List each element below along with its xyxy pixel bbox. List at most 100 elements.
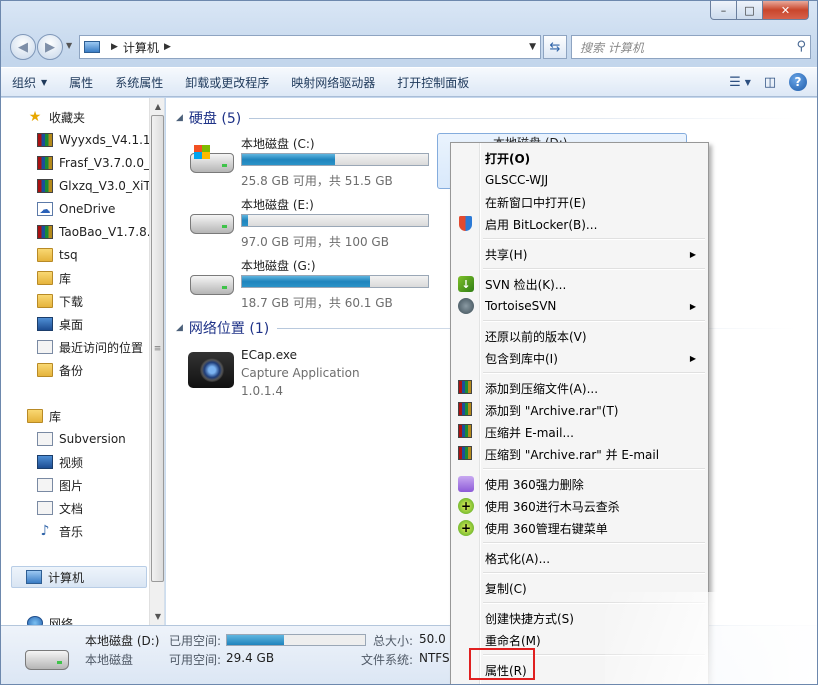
free-space-value: 29.4 GB <box>226 651 275 665</box>
command-bar: 组织 ▼ 属性 系统属性 卸载或更改程序 映射网络驱动器 打开控制面板 ☰ ▼ ◫ … <box>1 67 817 97</box>
sidebar-item-backup[interactable]: 备份 <box>37 359 164 381</box>
menu-item-svn-checkout[interactable]: ↓ SVN 检出(K)... <box>453 273 706 295</box>
menu-item-360-manage-menu[interactable]: + 使用 360管理右键菜单 <box>453 517 706 539</box>
rar-icon <box>37 133 53 147</box>
menu-item-open[interactable]: 打开(O) <box>453 147 706 169</box>
folder-icon <box>37 363 53 377</box>
item-name: ECap.exe <box>241 348 298 362</box>
help-button[interactable]: ? <box>789 73 807 91</box>
properties-button[interactable]: 属性 <box>58 70 104 94</box>
ecap-item[interactable]: ECap.exe Capture Application 1.0.1.4 <box>184 348 444 403</box>
navigation-row: ◀ ▶ ▼ ▶ 计算机 ▶ ▼ ⇆ 搜索 计算机 ⚲ <box>9 33 811 61</box>
menu-item-360-scan[interactable]: + 使用 360进行木马云查杀 <box>453 495 706 517</box>
uninstall-program-button[interactable]: 卸载或更改程序 <box>174 70 280 94</box>
document-icon <box>37 501 53 515</box>
maximize-button[interactable]: □ <box>737 1 763 20</box>
sidebar-item-music[interactable]: ♪ 音乐 <box>37 520 164 542</box>
address-dropdown-icon[interactable]: ▼ <box>529 42 536 52</box>
sidebar-item-downloads[interactable]: 下载 <box>37 290 164 312</box>
sidebar-item-taobao[interactable]: TaoBao_V1.7.8. <box>37 221 164 243</box>
breadcrumb-separator-icon[interactable]: ▶ <box>164 42 171 52</box>
forward-button[interactable]: ▶ <box>37 34 63 60</box>
drive-name: 本地磁盘 (E:) <box>241 198 314 212</box>
shield-icon <box>459 216 472 231</box>
preview-pane-button[interactable]: ◫ <box>759 71 781 93</box>
sidebar-item-pictures[interactable]: 图片 <box>37 474 164 496</box>
menu-label: SVN 检出(K)... <box>485 277 567 292</box>
menu-item-compress-email[interactable]: 压缩并 E-mail... <box>453 421 706 443</box>
minimize-button[interactable]: – <box>710 1 737 20</box>
drive-e[interactable]: 本地磁盘 (E:) 97.0 GB 可用，共 100 GB <box>186 196 436 252</box>
sidebar-item-network[interactable]: 网络 <box>27 612 164 625</box>
menu-label: 格式化(A)... <box>485 551 551 566</box>
recent-pages-chevron-icon[interactable]: ▼ <box>66 41 72 50</box>
menu-item-restore-versions[interactable]: 还原以前的版本(V) <box>453 325 706 347</box>
details-usage-bar <box>226 634 366 646</box>
hard-disk-group-header[interactable]: ◢ 硬盘 (5) <box>176 108 796 128</box>
scroll-up-icon[interactable]: ▲ <box>150 98 164 114</box>
menu-item-copy[interactable]: 复制(C) <box>453 577 706 599</box>
menu-item-format[interactable]: 格式化(A)... <box>453 547 706 569</box>
sidebar-item-onedrive[interactable]: ☁ OneDrive <box>37 198 164 220</box>
collapse-triangle-icon[interactable]: ◢ <box>176 113 183 123</box>
sidebar-item-tsq[interactable]: tsq <box>37 244 164 266</box>
menu-item-glscc-wjj[interactable]: GLSCC-WJJ <box>453 169 706 191</box>
free-space-label: 可用空间: <box>169 653 222 667</box>
address-bar[interactable]: ▶ 计算机 ▶ ▼ <box>79 35 541 59</box>
menu-item-open-new-window[interactable]: 在新窗口中打开(E) <box>453 191 706 213</box>
menu-item-create-shortcut[interactable]: 创建快捷方式(S) <box>453 607 706 629</box>
sidebar-item-wyyxds[interactable]: Wyyxds_V4.1.1.1 <box>37 129 164 151</box>
menu-item-add-to-archive-rar[interactable]: 添加到 "Archive.rar"(T) <box>453 399 706 421</box>
system-properties-button[interactable]: 系统属性 <box>104 70 174 94</box>
sidebar-item-documents[interactable]: 文档 <box>37 497 164 519</box>
drive-g[interactable]: 本地磁盘 (G:) 18.7 GB 可用，共 60.1 GB <box>186 257 436 313</box>
sidebar-item-videos[interactable]: 视频 <box>37 451 164 473</box>
open-control-panel-button[interactable]: 打开控制面板 <box>386 70 480 94</box>
change-view-button[interactable]: ☰ ▼ <box>729 71 751 93</box>
sidebar-item-library-fav[interactable]: 库 <box>37 267 164 289</box>
sidebar-item-frasf[interactable]: Frasf_V3.7.0.0_X <box>37 152 164 174</box>
sidebar-item-subversion[interactable]: Subversion <box>37 428 164 450</box>
breadcrumb-computer[interactable]: 计算机 <box>123 39 159 56</box>
back-button[interactable]: ◀ <box>10 34 36 60</box>
used-space-label: 已用空间: <box>169 634 222 648</box>
collapse-triangle-icon[interactable]: ◢ <box>176 323 183 333</box>
sidebar-scrollbar[interactable]: ▲ ≡ ▼ <box>149 98 164 625</box>
context-menu: 打开(O) GLSCC-WJJ 在新窗口中打开(E) 启用 BitLocker(… <box>450 142 709 684</box>
item-description: Capture Application <box>241 366 360 380</box>
menu-label: 复制(C) <box>485 581 527 596</box>
breadcrumb-separator-icon[interactable]: ▶ <box>111 42 118 52</box>
sidebar-libraries-header[interactable]: 库 <box>27 405 164 427</box>
menu-label: 重命名(M) <box>485 633 541 648</box>
sidebar-item-label: 备份 <box>59 363 84 378</box>
chevron-down-icon: ▼ <box>744 77 751 87</box>
video-icon <box>37 455 53 469</box>
refresh-button[interactable]: ⇆ <box>543 35 567 59</box>
sidebar-item-recent[interactable]: 最近访问的位置 <box>37 336 164 358</box>
sidebar-item-desktop[interactable]: 桌面 <box>37 313 164 335</box>
map-network-drive-button[interactable]: 映射网络驱动器 <box>280 70 386 94</box>
menu-item-include-in-library[interactable]: 包含到库中(I) ▶ <box>453 347 706 369</box>
scroll-down-icon[interactable]: ▼ <box>150 608 164 624</box>
search-input[interactable]: 搜索 计算机 ⚲ <box>571 35 811 59</box>
sidebar-favorites-header[interactable]: ★ 收藏夹 <box>27 106 164 128</box>
sidebar-item-label: Wyyxds_V4.1.1.1 <box>59 133 163 147</box>
menu-item-360-delete[interactable]: 使用 360强力删除 <box>453 473 706 495</box>
drive-c[interactable]: 本地磁盘 (C:) 25.8 GB 可用，共 51.5 GB <box>186 135 436 191</box>
menu-separator <box>483 238 705 240</box>
menu-separator <box>483 468 705 470</box>
menu-item-bitlocker[interactable]: 启用 BitLocker(B)... <box>453 213 706 235</box>
search-icon[interactable]: ⚲ <box>796 39 806 54</box>
close-button[interactable]: ✕ <box>763 1 809 20</box>
sidebar-item-computer[interactable]: 计算机 <box>11 566 147 588</box>
scrollbar-thumb[interactable]: ≡ <box>151 115 164 582</box>
menu-item-compress-rar-email[interactable]: 压缩到 "Archive.rar" 并 E-mail <box>453 443 706 465</box>
menu-label: 压缩并 E-mail... <box>485 425 574 440</box>
menu-item-share[interactable]: 共享(H) ▶ <box>453 243 706 265</box>
sidebar-item-glxzq[interactable]: Glxzq_V3.0_XiTo <box>37 175 164 197</box>
menu-item-tortoisesvn[interactable]: TortoiseSVN ▶ <box>453 295 706 317</box>
organize-button[interactable]: 组织 ▼ <box>1 70 58 94</box>
menu-item-add-to-archive[interactable]: 添加到压缩文件(A)... <box>453 377 706 399</box>
menu-separator <box>483 320 705 322</box>
document-icon <box>37 432 53 446</box>
